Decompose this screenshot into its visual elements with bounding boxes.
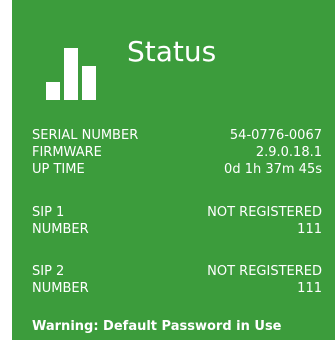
uptime-label: UP TIME — [32, 162, 85, 177]
status-tile[interactable]: Status SERIAL NUMBER 54-0776-0067 FIRMWA… — [12, 0, 335, 340]
sip1-status: NOT REGISTERED — [207, 205, 322, 220]
bar-chart-icon-bar — [64, 48, 78, 100]
sip2-number-label: NUMBER — [32, 281, 89, 296]
sip2-number-value: 111 — [297, 281, 322, 296]
tile-title: Status — [127, 35, 217, 68]
sip2-status: NOT REGISTERED — [207, 264, 322, 279]
bar-chart-icon — [46, 48, 96, 100]
sip2-label: SIP 2 — [32, 264, 65, 279]
bar-chart-icon-bar — [82, 66, 96, 100]
default-password-warning: Warning: Default Password in Use — [32, 319, 282, 334]
sip1-label: SIP 1 — [32, 205, 65, 220]
sip1-row: SIP 1 NOT REGISTERED — [32, 204, 322, 221]
sip2-row: SIP 2 NOT REGISTERED — [32, 263, 322, 280]
sip1-number-value: 111 — [297, 222, 322, 237]
bar-chart-icon-bar — [46, 82, 60, 100]
uptime-value: 0d 1h 37m 45s — [224, 162, 322, 177]
firmware-row: FIRMWARE 2.9.0.18.1 — [32, 144, 322, 161]
sip2-number-row: NUMBER 111 — [32, 280, 322, 297]
firmware-label: FIRMWARE — [32, 145, 102, 160]
serial-number-value: 54-0776-0067 — [229, 128, 322, 143]
firmware-value: 2.9.0.18.1 — [255, 145, 322, 160]
sip1-number-label: NUMBER — [32, 222, 89, 237]
sip1-number-row: NUMBER 111 — [32, 221, 322, 238]
uptime-row: UP TIME 0d 1h 37m 45s — [32, 161, 322, 178]
serial-number-label: SERIAL NUMBER — [32, 128, 139, 143]
serial-number-row: SERIAL NUMBER 54-0776-0067 — [32, 127, 322, 144]
